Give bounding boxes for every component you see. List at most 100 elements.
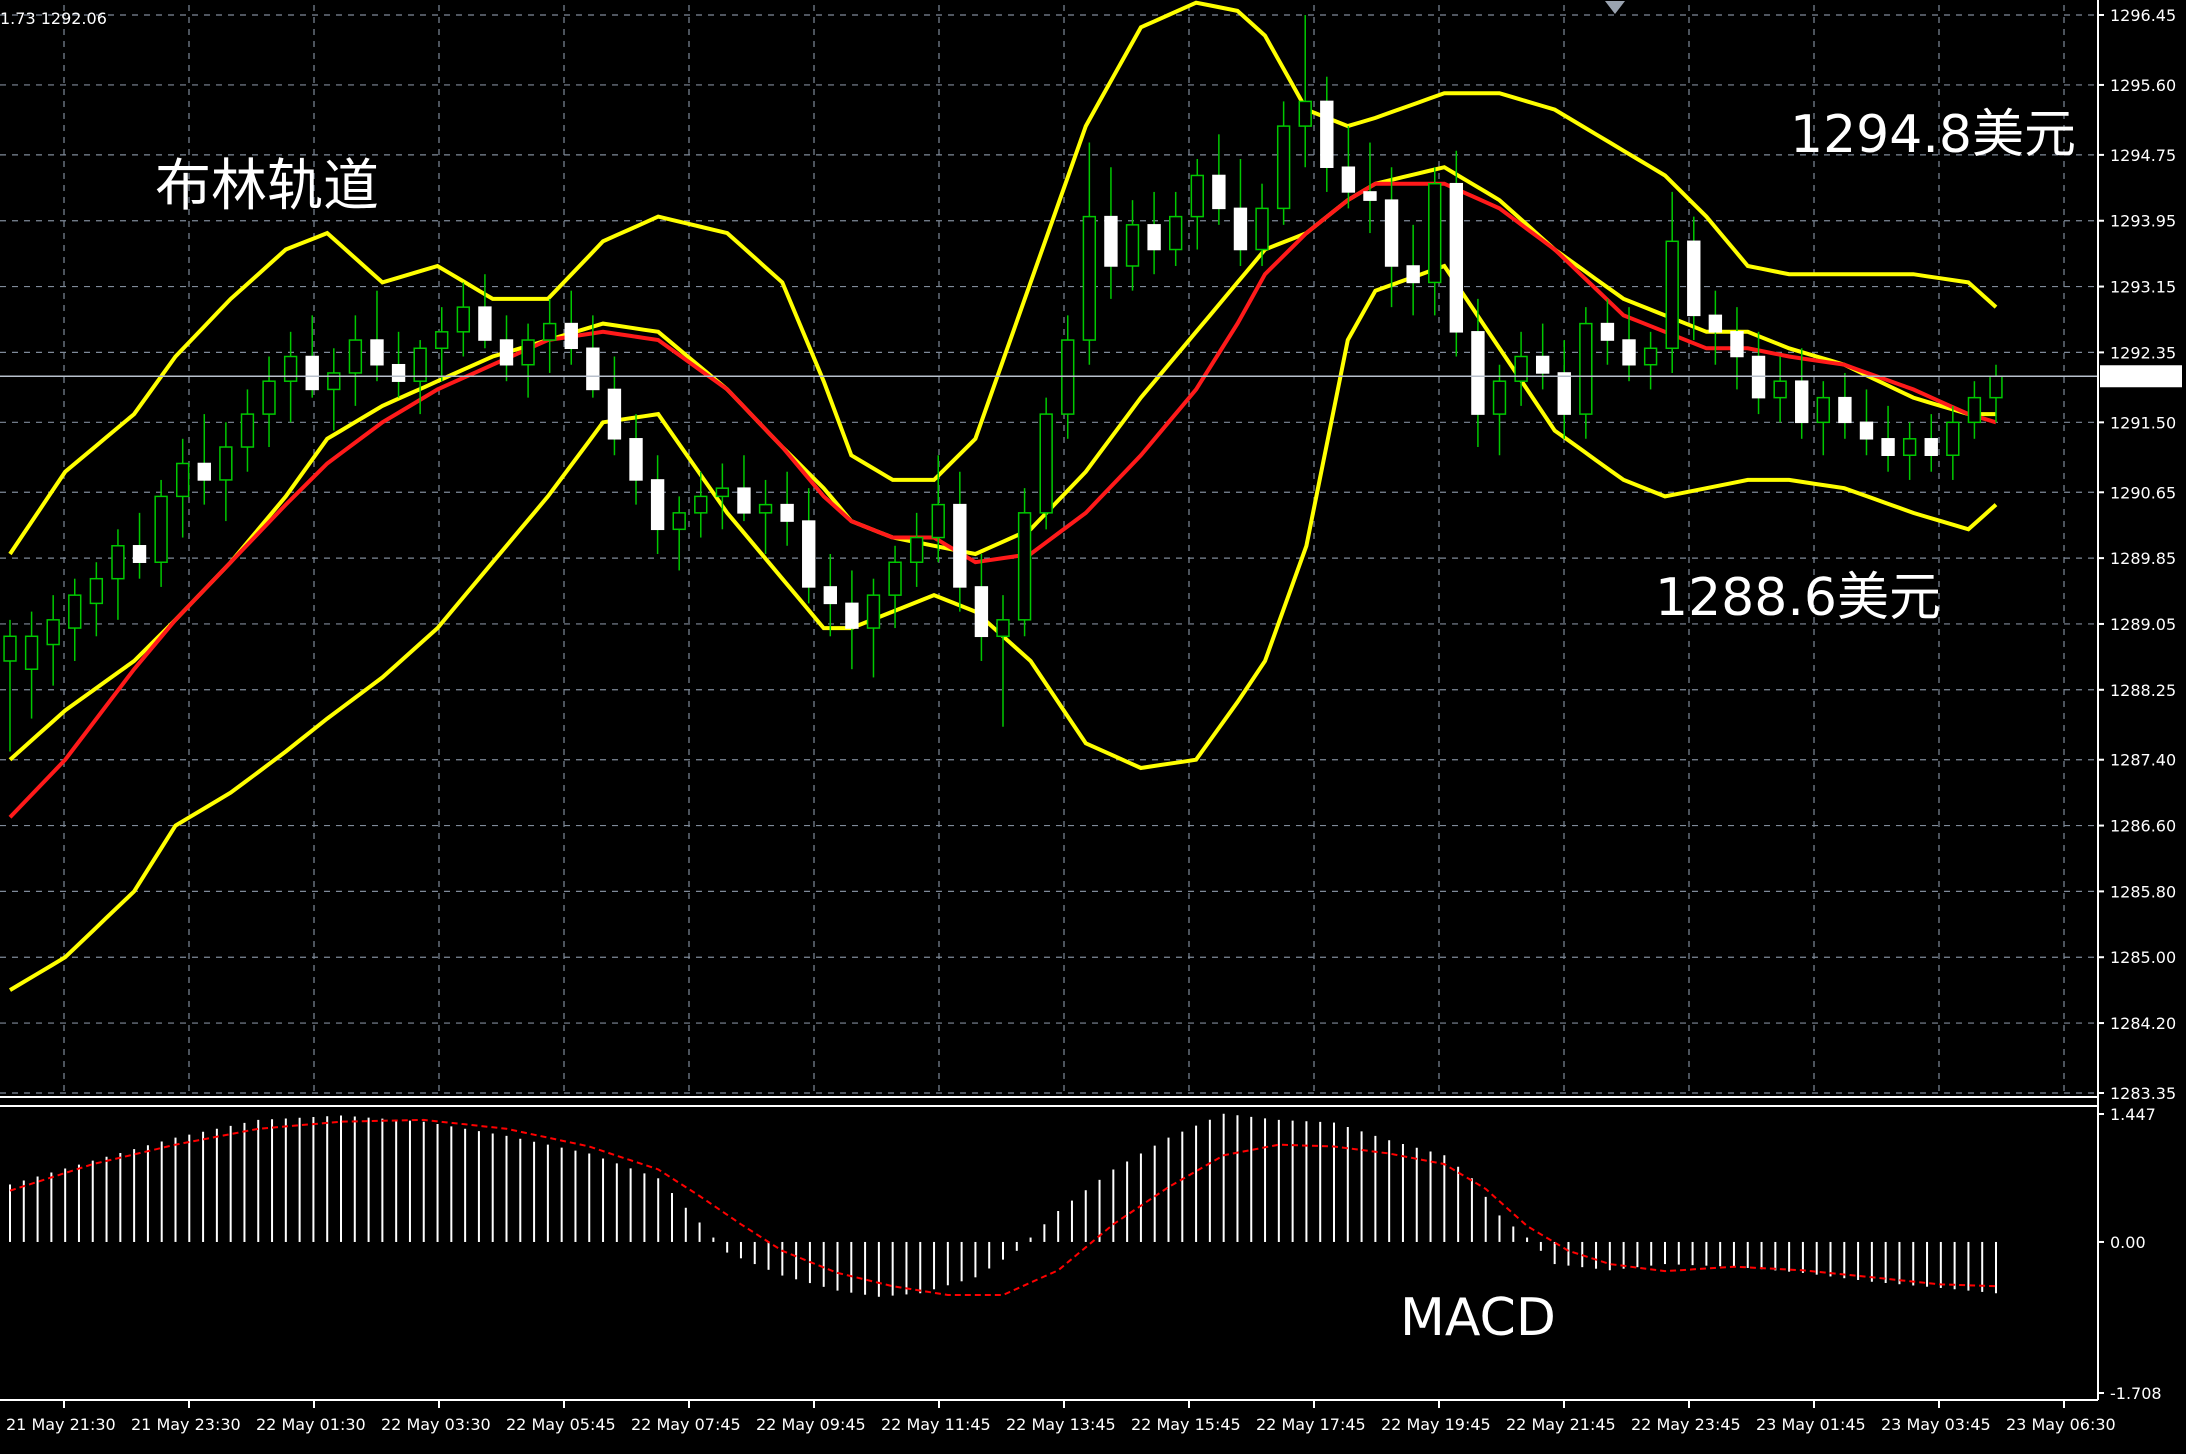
candle-body: [219, 446, 233, 481]
candle-body: [1881, 438, 1895, 457]
macd-tick-label: 1.447: [2110, 1105, 2156, 1124]
time-tick-label: 22 May 07:45: [631, 1415, 741, 1434]
candle-body: [46, 619, 60, 646]
candle-body: [1557, 372, 1571, 415]
candle-body: [1255, 207, 1269, 251]
candle-body: [1384, 199, 1399, 267]
candle-body: [650, 479, 665, 531]
candle-body: [89, 577, 104, 605]
lower-level-label: 1288.6美元: [1655, 568, 1941, 628]
current-price-tag-label: 1292.06: [2106, 367, 2172, 386]
price-tick-label: 1285.00: [2110, 948, 2176, 967]
candle-body: [1017, 512, 1032, 621]
macd-label: MACD: [1400, 1288, 1556, 1348]
candle-body: [996, 619, 1010, 638]
candle-body: [845, 602, 859, 629]
time-tick-label: 23 May 01:45: [1756, 1415, 1866, 1434]
time-tick-label: 22 May 21:45: [1506, 1415, 1616, 1434]
candle-body: [1579, 322, 1593, 415]
candle-body: [1859, 421, 1874, 440]
candle-body: [197, 462, 211, 481]
candle-body: [1708, 314, 1723, 333]
macd-tick-label: 0.00: [2110, 1233, 2146, 1252]
candle-body: [1838, 396, 1852, 424]
price-tick-label: 1284.20: [2110, 1014, 2176, 1033]
candle-body: [521, 339, 535, 366]
price-tick-label: 1293.15: [2110, 278, 2176, 297]
candle-body: [953, 503, 967, 588]
candle-body: [154, 495, 168, 563]
candle-body: [348, 339, 363, 374]
candle-body: [1276, 125, 1291, 210]
candle-body: [1795, 380, 1809, 424]
candle-body: [1967, 396, 1982, 424]
candle-body: [1125, 224, 1140, 267]
candle-body: [176, 462, 190, 498]
candle-body: [240, 413, 255, 448]
candle-body: [1169, 215, 1183, 251]
candle-body: [1104, 215, 1118, 267]
candle-body: [780, 503, 794, 522]
price-tick-label: 1294.75: [2110, 146, 2176, 165]
candle-body: [888, 561, 902, 596]
candle-body: [1406, 265, 1420, 284]
candle-body: [974, 586, 989, 638]
candle-body: [694, 495, 708, 514]
candle-body: [1061, 339, 1075, 415]
time-tick-label: 22 May 03:30: [381, 1415, 491, 1434]
candle-body: [1514, 355, 1528, 382]
price-tick-label: 1295.60: [2110, 76, 2176, 95]
candle-body: [758, 503, 773, 514]
time-tick-label: 23 May 06:30: [2006, 1415, 2116, 1434]
candle-body: [564, 322, 578, 350]
price-tick-label: 1285.80: [2110, 882, 2176, 901]
price-tick-label: 1288.25: [2110, 681, 2176, 700]
time-tick-label: 21 May 21:30: [6, 1415, 116, 1434]
candle-body: [802, 520, 816, 588]
candle-body: [391, 363, 406, 382]
candle-body: [1622, 339, 1636, 366]
time-tick-label: 22 May 23:45: [1631, 1415, 1741, 1434]
candle-body: [607, 388, 622, 440]
price-tick-label: 1296.45: [2110, 6, 2176, 25]
candle-body: [866, 594, 881, 629]
candle-body: [931, 503, 945, 539]
candle-body: [715, 487, 730, 498]
candle-body: [1428, 182, 1442, 284]
price-tick-label: 1291.50: [2110, 413, 2176, 432]
candle-body: [283, 355, 298, 382]
candle-body: [1989, 375, 2003, 399]
candle-body: [1773, 380, 1787, 399]
candle-body: [1600, 322, 1615, 341]
time-tick-label: 22 May 05:45: [506, 1415, 616, 1434]
time-tick-label: 22 May 17:45: [1256, 1415, 1366, 1434]
candle-body: [1341, 166, 1356, 193]
candle-body: [1535, 355, 1550, 374]
candle-body: [823, 586, 837, 605]
candle-body: [499, 339, 514, 366]
candle-body: [672, 512, 686, 531]
candle-body: [629, 438, 643, 481]
candle-body: [1471, 331, 1485, 415]
price-tick-label: 1292.35: [2110, 343, 2176, 362]
chart-canvas[interactable]: 1296.45 1295.60 1294.75 1293.95 1293.15 1292.…: [0, 0, 2186, 1450]
time-tick-label: 21 May 23:30: [131, 1415, 241, 1434]
price-tick-label: 1287.40: [2110, 751, 2176, 770]
price-tick-label: 1289.85: [2110, 549, 2176, 568]
candle-body: [1363, 191, 1377, 201]
candle-body: [370, 339, 384, 366]
candle-body: [305, 355, 319, 391]
indicator-label: 布林轨道: [155, 154, 379, 219]
candle-body: [1751, 355, 1766, 399]
price-tick-label: 1283.35: [2110, 1084, 2176, 1103]
price-tick-label: 1289.05: [2110, 615, 2176, 634]
candle-body: [1730, 331, 1744, 358]
candle-body: [262, 380, 276, 415]
candle-body: [1212, 174, 1226, 210]
candle-body: [1902, 438, 1917, 457]
trading-chart[interactable]: 1296.45 1295.60 1294.75 1293.95 1293.15 1292.…: [0, 0, 2186, 1450]
ohlc-readout: 1.73 1292.06: [0, 9, 107, 28]
candle-body: [1816, 396, 1830, 424]
candle-body: [1449, 182, 1464, 333]
candle-body: [111, 545, 125, 580]
